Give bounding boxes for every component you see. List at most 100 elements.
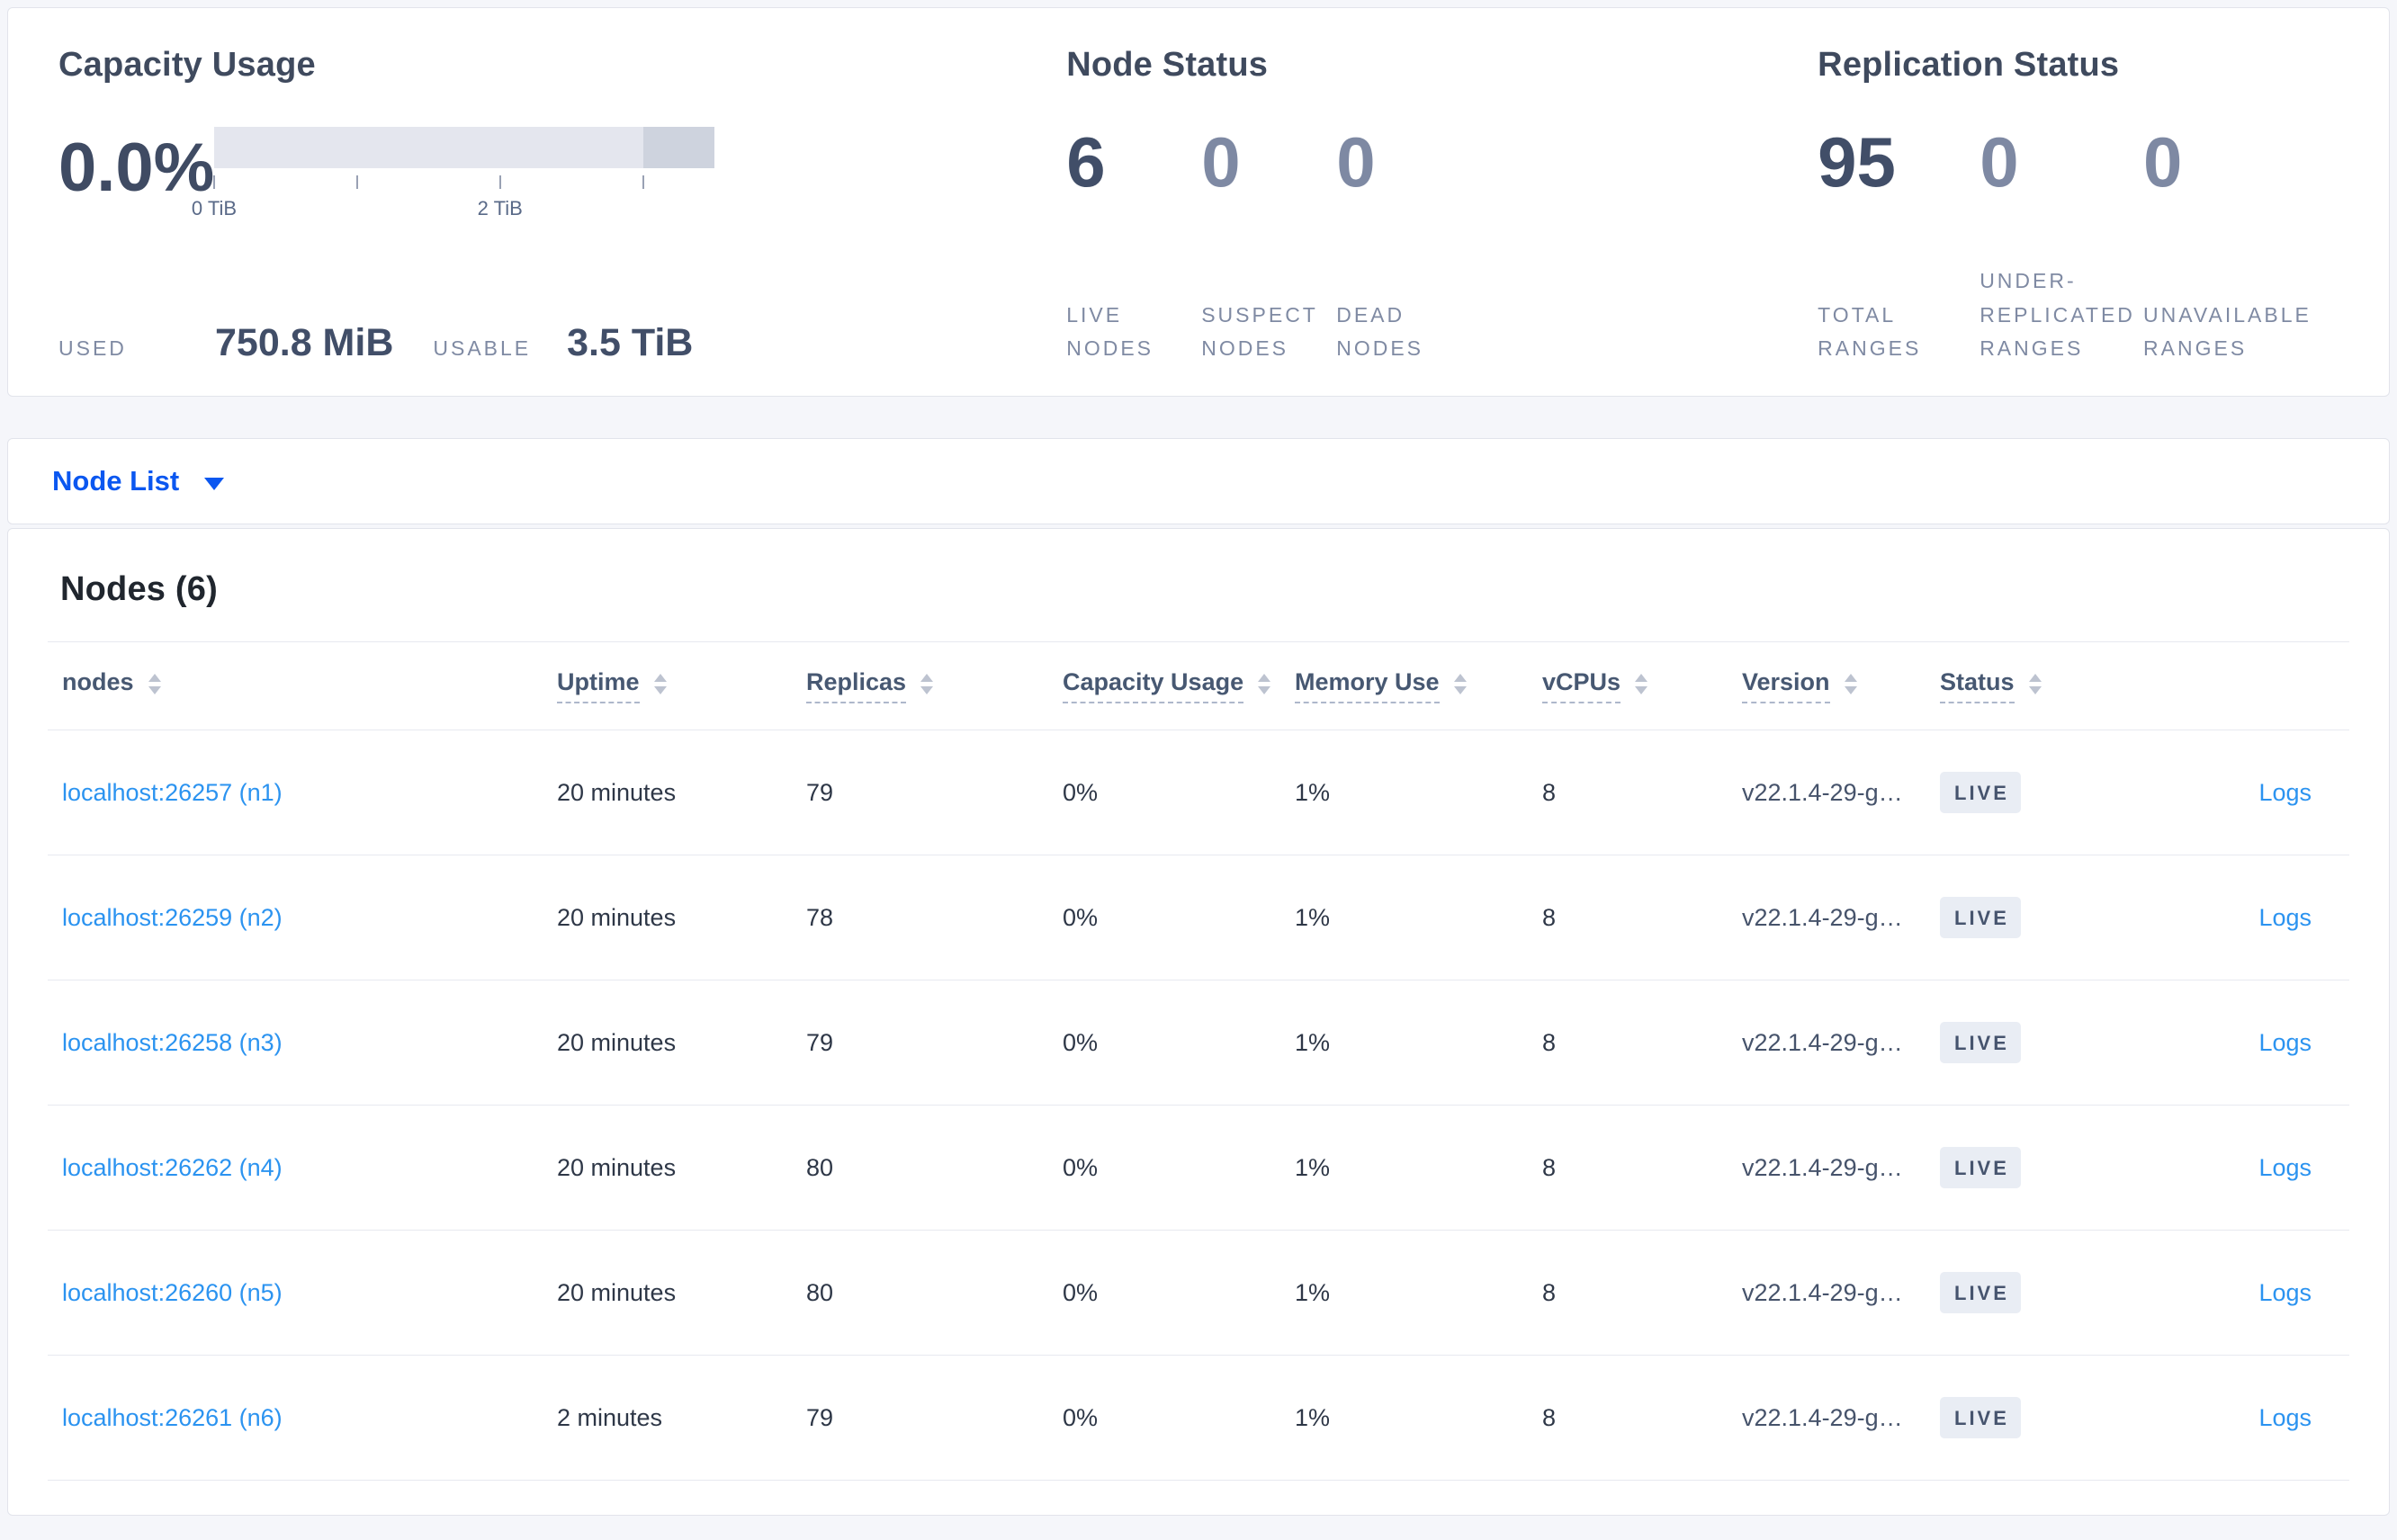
address-cell: localhost:26257 (n1) xyxy=(48,779,557,807)
logs-link[interactable]: Logs xyxy=(2258,1029,2312,1056)
capacity_usage-cell: 0% xyxy=(1063,903,1099,931)
sort-icon xyxy=(653,674,667,694)
replication-status-panel: Replication Status 95 TOTAL RANGES 0 UND… xyxy=(1818,44,2339,365)
vcpus-cell: 8 xyxy=(1542,1278,1557,1306)
column-header-label: Memory Use xyxy=(1295,668,1440,703)
replicas-cell: 79 xyxy=(806,1028,834,1056)
usable-value: 3.5 TiB xyxy=(567,321,694,364)
version-cell: v22.1.4-29-g… xyxy=(1742,1403,1903,1431)
status-cell: LIVE xyxy=(1940,1396,2219,1439)
axis-tick xyxy=(355,175,358,189)
status-badge: LIVE xyxy=(1940,1021,2021,1064)
logs-link[interactable]: Logs xyxy=(2258,1279,2312,1306)
replicas-cell: 78 xyxy=(806,903,834,931)
usable-label: USABLE xyxy=(433,336,532,360)
capacity_usage-cell: 0% xyxy=(1063,1403,1099,1431)
stat-label: UNAVAILABLE RANGES xyxy=(2143,302,2312,360)
address-cell: localhost:26260 (n5) xyxy=(48,1279,557,1307)
table-row: localhost:26261 (n6) 2 minutes 79 0% 1% 8 v22.… xyxy=(48,1356,2349,1481)
address-cell: localhost:26259 (n2) xyxy=(48,904,557,932)
vcpus-cell: 8 xyxy=(1542,778,1557,806)
replication-status-title: Replication Status xyxy=(1818,46,2120,84)
capacity-usage-title: Capacity Usage xyxy=(58,46,316,84)
replication-status-stats: 95 TOTAL RANGES 0 UNDER-REPLICATED RANGE… xyxy=(1818,127,2339,366)
column-header-label: Version xyxy=(1742,668,1830,703)
column-header-capacity_usage[interactable]: Capacity Usage xyxy=(1063,668,1295,703)
logs-cell: Logs xyxy=(2219,1154,2349,1182)
logs-cell: Logs xyxy=(2219,779,2349,807)
logs-cell: Logs xyxy=(2219,1029,2349,1057)
column-header-status[interactable]: Status xyxy=(1940,668,2219,703)
sort-icon xyxy=(2028,674,2042,694)
node-list-dropdown[interactable]: Node List xyxy=(7,438,2390,524)
vcpus-cell: 8 xyxy=(1542,903,1557,931)
column-header-label: vCPUs xyxy=(1542,668,1621,703)
node-link[interactable]: localhost:26262 (n4) xyxy=(62,1154,283,1181)
status-badge: LIVE xyxy=(1940,1271,2021,1314)
nodes-heading: Nodes (6) xyxy=(48,529,2349,642)
summary-stat: 6 LIVE NODES xyxy=(1066,127,1201,366)
replicas-cell: 80 xyxy=(806,1153,834,1181)
replicas-cell: 80 xyxy=(806,1278,834,1306)
table-row: localhost:26257 (n1) 20 minutes 79 0% 1% 8 v22… xyxy=(48,730,2349,855)
address-cell: localhost:26261 (n6) xyxy=(48,1404,557,1432)
memory_use-cell: 1% xyxy=(1295,903,1331,931)
capacity-bar-over-segment xyxy=(642,126,714,168)
capacity_usage-cell: 0% xyxy=(1063,778,1099,806)
node-status-panel: Node Status 6 LIVE NODES 0 SUSPECT NODES… xyxy=(1066,44,1818,365)
sort-icon xyxy=(1453,674,1467,694)
version-cell: v22.1.4-29-g… xyxy=(1742,1278,1903,1306)
capacity-bar: 0 TiB 2 TiB xyxy=(192,126,714,233)
capacity-usage-gauge: 0.0% 0 TiB 2 TiB xyxy=(58,126,1066,233)
uptime-cell: 20 minutes xyxy=(557,778,677,806)
column-header-version[interactable]: Version xyxy=(1742,668,1940,703)
stat-label: DEAD NODES xyxy=(1336,302,1424,360)
sort-icon xyxy=(1844,674,1857,694)
stat-value: 0 xyxy=(1980,121,2019,201)
uptime-cell: 20 minutes xyxy=(557,1153,677,1181)
column-header-replicas[interactable]: Replicas xyxy=(806,668,1063,703)
stat-value: 95 xyxy=(1818,121,1896,201)
column-header-vcpus[interactable]: vCPUs xyxy=(1542,668,1742,703)
sort-icon xyxy=(920,674,934,694)
capacity-stats: USED 750.8 MiB USABLE 3.5 TiB xyxy=(58,321,1066,365)
node-link[interactable]: localhost:26259 (n2) xyxy=(62,904,283,931)
logs-link[interactable]: Logs xyxy=(2258,1404,2312,1431)
status-badge: LIVE xyxy=(1940,1146,2021,1189)
stat-label: LIVE NODES xyxy=(1066,302,1154,360)
node-link[interactable]: localhost:26257 (n1) xyxy=(62,779,283,806)
column-header-label: Uptime xyxy=(557,668,640,703)
axis-tick-label: 0 TiB xyxy=(191,196,238,219)
used-value: 750.8 MiB xyxy=(215,321,394,364)
memory_use-cell: 1% xyxy=(1295,1403,1331,1431)
capacity-usage-panel: Capacity Usage 0.0% 0 TiB 2 TiB USED 750.… xyxy=(58,44,1066,365)
node-link[interactable]: localhost:26261 (n6) xyxy=(62,1404,283,1431)
version-cell: v22.1.4-29-g… xyxy=(1742,903,1903,931)
stat-value: 0 xyxy=(2143,121,2183,201)
axis-tick-label: 2 TiB xyxy=(477,196,523,219)
table-row: localhost:26262 (n4) 20 minutes 80 0% 1% 8 v22… xyxy=(48,1106,2349,1231)
summary-stat: 0 DEAD NODES xyxy=(1336,127,1471,366)
table-row: localhost:26258 (n3) 20 minutes 79 0% 1% 8 v22… xyxy=(48,980,2349,1106)
node-link[interactable]: localhost:26258 (n3) xyxy=(62,1029,283,1056)
status-cell: LIVE xyxy=(1940,1021,2219,1064)
logs-cell: Logs xyxy=(2219,1279,2349,1307)
address-cell: localhost:26258 (n3) xyxy=(48,1029,557,1057)
version-cell: v22.1.4-29-g… xyxy=(1742,778,1903,806)
node-status-stats: 6 LIVE NODES 0 SUSPECT NODES 0 DEAD NODE… xyxy=(1066,127,1818,366)
column-header-uptime[interactable]: Uptime xyxy=(557,668,806,703)
axis-tick xyxy=(213,175,215,189)
column-header-address[interactable]: nodes xyxy=(48,668,557,703)
stat-value: 0 xyxy=(1336,121,1376,201)
logs-link[interactable]: Logs xyxy=(2258,779,2312,806)
node-link[interactable]: localhost:26260 (n5) xyxy=(62,1279,283,1306)
logs-link[interactable]: Logs xyxy=(2258,904,2312,931)
capacity-percent: 0.0% xyxy=(58,129,215,206)
memory_use-cell: 1% xyxy=(1295,778,1331,806)
logs-link[interactable]: Logs xyxy=(2258,1154,2312,1181)
axis-tick xyxy=(498,175,501,189)
node-list-dropdown-label[interactable]: Node List xyxy=(52,465,179,497)
table-row: localhost:26260 (n5) 20 minutes 80 0% 1% 8 v22… xyxy=(48,1231,2349,1356)
status-cell: LIVE xyxy=(1940,1146,2219,1189)
column-header-memory_use[interactable]: Memory Use xyxy=(1295,668,1542,703)
